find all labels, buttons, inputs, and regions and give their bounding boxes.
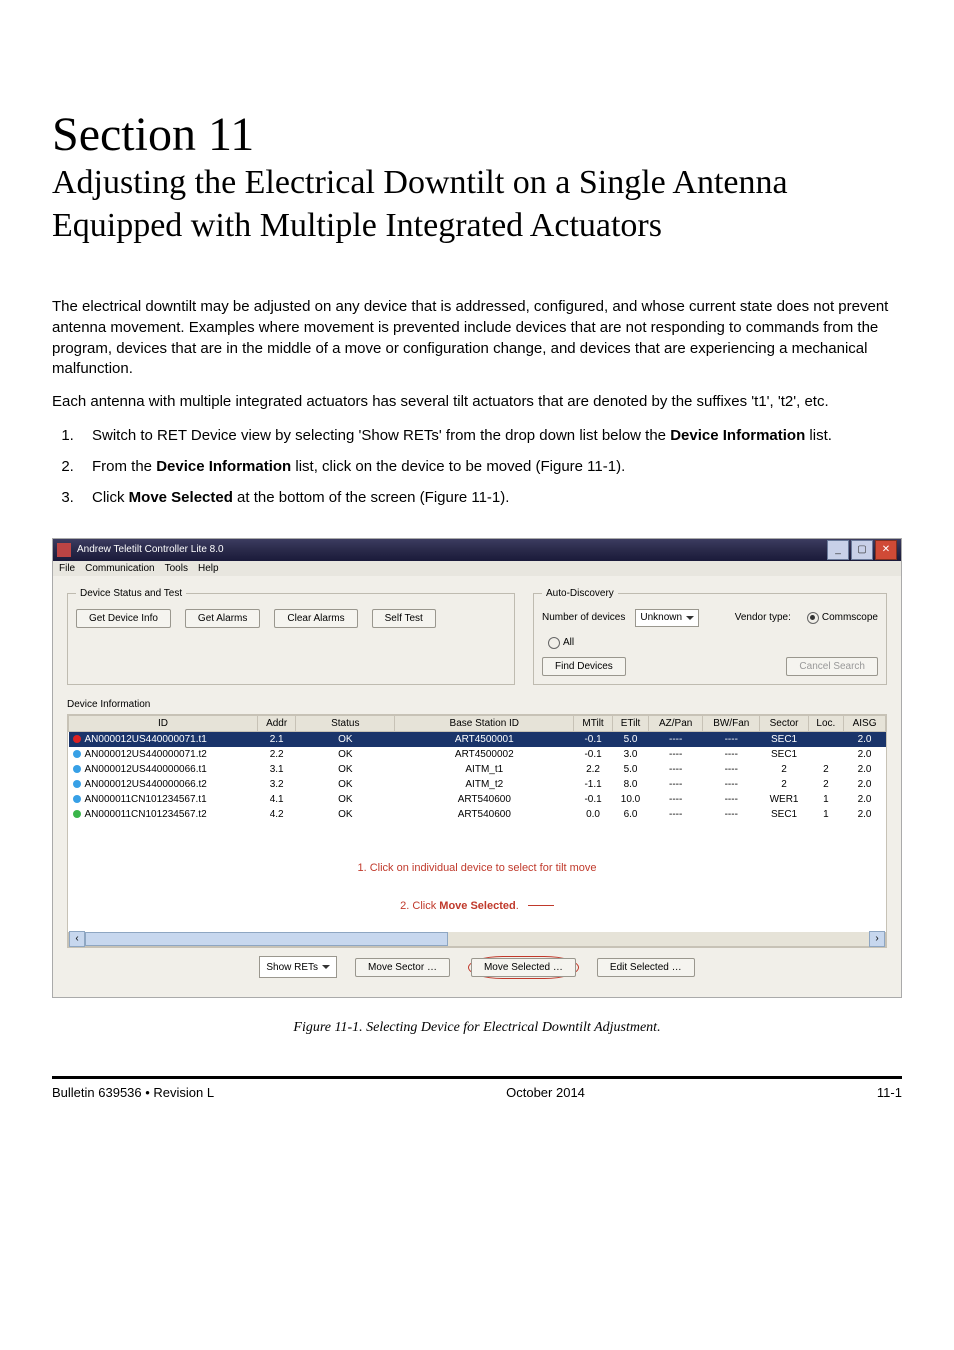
self-test-button[interactable]: Self Test [372, 609, 436, 628]
col-mtilt[interactable]: MTilt [574, 715, 613, 731]
table-row[interactable]: AN000012US440000071.t12.1OKART4500001-0.… [69, 731, 886, 747]
table-row[interactable]: AN000012US440000066.t13.1OKAITM_t12.25.0… [69, 762, 886, 777]
cancel-search-button[interactable]: Cancel Search [786, 657, 878, 676]
arrow-icon [528, 905, 554, 907]
chevron-down-icon [322, 965, 330, 969]
view-select[interactable]: Show RETs [259, 956, 337, 978]
footer-right: 11-1 [877, 1085, 902, 1100]
close-button[interactable]: ✕ [875, 540, 897, 560]
scroll-thumb[interactable] [85, 932, 448, 946]
table-row[interactable]: AN000012US440000066.t23.2OKAITM_t2-1.18.… [69, 777, 886, 792]
status-dot-icon [73, 735, 81, 743]
device-table: ID Addr Status Base Station ID MTilt ETi… [67, 714, 887, 948]
step-2: From the Device Information list, click … [78, 456, 902, 477]
scroll-track[interactable] [85, 932, 869, 946]
find-devices-button[interactable]: Find Devices [542, 657, 626, 676]
status-dot-icon [73, 765, 81, 773]
menubar: File Communication Tools Help [53, 561, 901, 576]
col-base[interactable]: Base Station ID [395, 715, 574, 731]
vendor-type-label: Vendor type: [735, 612, 791, 623]
get-alarms-button[interactable]: Get Alarms [185, 609, 260, 628]
step-1: Switch to RET Device view by selecting '… [78, 425, 902, 446]
menu-communication[interactable]: Communication [85, 563, 154, 574]
auto-discovery-legend: Auto-Discovery [542, 588, 618, 599]
status-dot-icon [73, 750, 81, 758]
col-azpan[interactable]: AZ/Pan [649, 715, 703, 731]
app-window: Andrew Teletilt Controller Lite 8.0 _ ▢ … [52, 538, 902, 998]
move-selected-highlight: Move Selected … [468, 956, 579, 979]
table-row[interactable]: AN000011CN101234567.t24.2OKART5406000.06… [69, 807, 886, 822]
callout-2: 2. Click Move Selected. [68, 900, 886, 912]
radio-commscope[interactable]: Commscope [807, 612, 878, 624]
device-information-label: Device Information [67, 699, 887, 710]
minimize-button[interactable]: _ [827, 540, 849, 560]
titlebar[interactable]: Andrew Teletilt Controller Lite 8.0 _ ▢ … [53, 539, 901, 561]
menu-help[interactable]: Help [198, 563, 219, 574]
callout-1: 1. Click on individual device to select … [68, 862, 886, 874]
chevron-down-icon [686, 616, 694, 620]
col-addr[interactable]: Addr [258, 715, 296, 731]
status-dot-icon [73, 780, 81, 788]
table-row[interactable]: AN000012US440000071.t22.2OKART4500002-0.… [69, 747, 886, 762]
table-row[interactable]: AN000011CN101234567.t14.1OKART540600-0.1… [69, 792, 886, 807]
intro-paragraph-2: Each antenna with multiple integrated ac… [52, 392, 902, 413]
get-device-info-button[interactable]: Get Device Info [76, 609, 171, 628]
clear-alarms-button[interactable]: Clear Alarms [274, 609, 357, 628]
horizontal-scrollbar[interactable]: ‹ › [68, 932, 886, 947]
window-title: Andrew Teletilt Controller Lite 8.0 [77, 544, 224, 555]
move-sector-button[interactable]: Move Sector … [355, 958, 450, 977]
menu-file[interactable]: File [59, 563, 75, 574]
scroll-right-button[interactable]: › [869, 931, 885, 947]
col-bwfan[interactable]: BW/Fan [703, 715, 760, 731]
col-loc[interactable]: Loc. [808, 715, 843, 731]
status-dot-icon [73, 795, 81, 803]
table-header: ID Addr Status Base Station ID MTilt ETi… [69, 715, 886, 731]
section-number: Section 11 [52, 110, 902, 160]
app-icon [57, 543, 71, 557]
maximize-button[interactable]: ▢ [851, 540, 873, 560]
section-title: Adjusting the Electrical Downtilt on a S… [52, 162, 902, 247]
col-status[interactable]: Status [296, 715, 395, 731]
step-3: Click Move Selected at the bottom of the… [78, 487, 902, 508]
col-etilt[interactable]: ETilt [612, 715, 648, 731]
footer-left: Bulletin 639536 • Revision L [52, 1085, 214, 1100]
num-devices-label: Number of devices [542, 612, 625, 623]
auto-discovery-group: Auto-Discovery Number of devices Unknown… [533, 588, 887, 685]
footer-center: October 2014 [506, 1085, 585, 1100]
figure-caption: Figure 11-1. Selecting Device for Electr… [52, 1020, 902, 1036]
footer-rule [52, 1076, 902, 1079]
scroll-left-button[interactable]: ‹ [69, 931, 85, 947]
col-sector[interactable]: Sector [760, 715, 808, 731]
col-aisg[interactable]: AISG [844, 715, 886, 731]
device-status-group: Device Status and Test Get Device Info G… [67, 588, 515, 685]
intro-paragraph-1: The electrical downtilt may be adjusted … [52, 297, 902, 380]
device-status-legend: Device Status and Test [76, 588, 186, 599]
num-devices-select[interactable]: Unknown [635, 609, 699, 627]
col-id[interactable]: ID [69, 715, 258, 731]
edit-selected-button[interactable]: Edit Selected … [597, 958, 695, 977]
status-dot-icon [73, 810, 81, 818]
radio-all[interactable]: All [548, 637, 574, 649]
menu-tools[interactable]: Tools [165, 563, 188, 574]
move-selected-button[interactable]: Move Selected … [471, 958, 576, 977]
